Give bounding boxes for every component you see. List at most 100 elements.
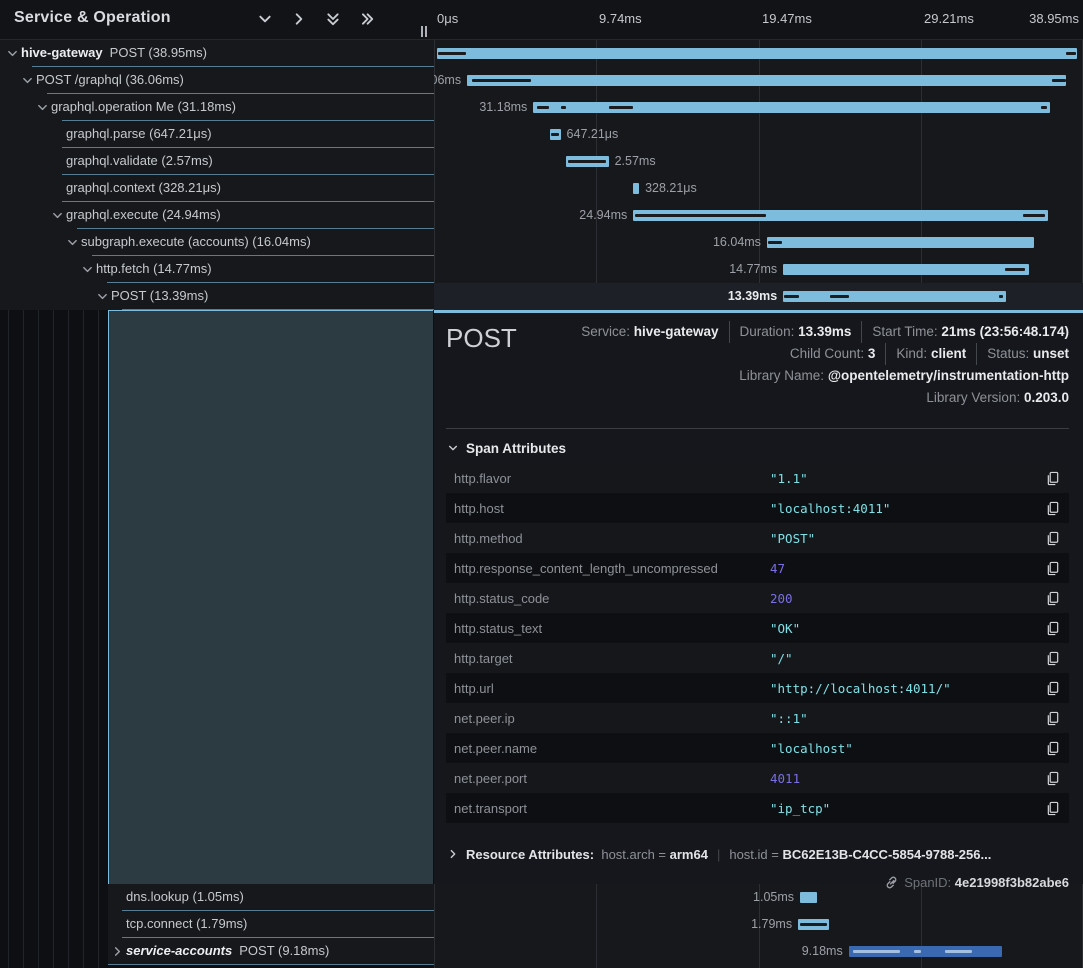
child-span-marker bbox=[800, 923, 827, 926]
child-span-marker bbox=[1005, 268, 1024, 271]
waterfall-row[interactable]: 9.18ms bbox=[434, 938, 1083, 965]
child-span-marker bbox=[551, 133, 558, 136]
chevron-right-icon[interactable] bbox=[112, 946, 123, 957]
tree-row[interactable]: graphql.validate (2.57ms) bbox=[0, 148, 434, 175]
child-span-marker bbox=[561, 106, 566, 109]
chevron-down-icon[interactable] bbox=[52, 210, 63, 221]
span-detail-title: POST bbox=[446, 323, 517, 354]
tree-row[interactable]: graphql.context (328.21μs) bbox=[0, 175, 434, 202]
tree-row[interactable]: service-accountsPOST (9.18ms) bbox=[108, 938, 434, 965]
span-bar[interactable] bbox=[550, 129, 560, 140]
copy-icon[interactable] bbox=[1041, 471, 1065, 486]
column-resizer[interactable] bbox=[420, 26, 430, 38]
copy-icon[interactable] bbox=[1041, 801, 1065, 816]
duration-label: 2.57ms bbox=[615, 154, 656, 168]
copy-icon[interactable] bbox=[1041, 501, 1065, 516]
copy-icon[interactable] bbox=[1041, 591, 1065, 606]
expand-one-icon[interactable] bbox=[258, 12, 272, 26]
child-span-marker bbox=[1066, 52, 1076, 55]
tree-row[interactable]: dns.lookup (1.05ms) bbox=[108, 884, 434, 911]
duration-label: 14.77ms bbox=[729, 262, 777, 276]
span-bar[interactable] bbox=[566, 156, 609, 167]
child-span-marker bbox=[568, 160, 606, 163]
copy-icon[interactable] bbox=[1041, 771, 1065, 786]
span-bar[interactable] bbox=[633, 183, 639, 194]
waterfall-row[interactable]: 14.77ms bbox=[434, 256, 1083, 283]
tree-row[interactable]: subgraph.execute (accounts) (16.04ms) bbox=[0, 229, 434, 256]
duration-label: 647.21μs bbox=[567, 127, 619, 141]
waterfall-row[interactable]: 328.21μs bbox=[434, 175, 1083, 202]
span-bar[interactable] bbox=[437, 48, 1077, 59]
deep-link-icon[interactable] bbox=[885, 876, 898, 892]
chevron-down-icon[interactable] bbox=[37, 102, 48, 113]
tree-row[interactable]: tcp.connect (1.79ms) bbox=[108, 911, 434, 938]
service-name: service-accounts bbox=[126, 943, 232, 958]
copy-icon[interactable] bbox=[1041, 681, 1065, 696]
waterfall-row[interactable]: 36.06ms bbox=[434, 67, 1083, 94]
tree-header-title: Service & Operation bbox=[14, 9, 171, 27]
span-overview: Service: hive-gatewayDuration: 13.39msSt… bbox=[564, 321, 1069, 409]
child-span-marker bbox=[1041, 106, 1046, 109]
span-bar[interactable] bbox=[783, 264, 1029, 275]
span-bar[interactable] bbox=[849, 946, 1002, 957]
expand-all-icon[interactable] bbox=[326, 12, 340, 26]
duration-label: 31.18ms bbox=[479, 100, 527, 114]
span-attributes-toggle[interactable]: Span Attributes bbox=[448, 441, 566, 456]
copy-icon[interactable] bbox=[1041, 561, 1065, 576]
attribute-row: http.method"POST" bbox=[446, 523, 1069, 553]
overview-line: Library Version: 0.203.0 bbox=[564, 387, 1069, 409]
span-attributes-table: http.flavor"1.1"http.host"localhost:4011… bbox=[446, 463, 1069, 823]
tree-row[interactable]: hive-gatewayPOST (38.95ms) bbox=[0, 40, 434, 67]
copy-icon[interactable] bbox=[1041, 651, 1065, 666]
child-span-marker bbox=[945, 950, 972, 953]
tree-row[interactable]: graphql.operation Me (31.18ms) bbox=[0, 94, 434, 121]
duration-label: 9.18ms bbox=[802, 944, 843, 958]
chevron-down-icon[interactable] bbox=[97, 291, 108, 302]
waterfall-row[interactable]: 31.18ms bbox=[434, 94, 1083, 121]
span-bar[interactable] bbox=[798, 919, 829, 930]
span-bar[interactable] bbox=[533, 102, 1050, 113]
collapse-all-icon[interactable] bbox=[360, 12, 374, 26]
child-span-marker bbox=[537, 106, 549, 109]
tree-row[interactable]: POST /graphql (36.06ms) bbox=[0, 67, 434, 94]
waterfall-row[interactable]: 24.94ms bbox=[434, 202, 1083, 229]
chevron-down-icon[interactable] bbox=[82, 264, 93, 275]
chevron-down-icon[interactable] bbox=[7, 48, 18, 59]
tree-row[interactable]: POST (13.39ms) bbox=[0, 283, 434, 310]
child-span-marker bbox=[914, 950, 921, 953]
attribute-key: http.url bbox=[454, 681, 770, 696]
waterfall-row[interactable]: 13.39ms bbox=[434, 283, 1083, 310]
waterfall-row[interactable]: 38.95ms bbox=[434, 40, 1083, 67]
waterfall-row[interactable]: 1.79ms bbox=[434, 911, 1083, 938]
waterfall-row[interactable]: 16.04ms bbox=[434, 229, 1083, 256]
chevron-down-icon[interactable] bbox=[67, 237, 78, 248]
overview-line: Library Name: @opentelemetry/instrumenta… bbox=[564, 365, 1069, 387]
resource-attributes-label: Resource Attributes: bbox=[466, 847, 594, 862]
span-bar[interactable] bbox=[800, 892, 817, 903]
attribute-key: http.method bbox=[454, 531, 770, 546]
resource-attributes-toggle[interactable]: Resource Attributes: host.arch = arm64|h… bbox=[448, 847, 1069, 862]
span-bar[interactable] bbox=[467, 75, 1066, 86]
chevron-down-icon[interactable] bbox=[22, 75, 33, 86]
chevron-right-icon bbox=[448, 847, 458, 857]
copy-icon[interactable] bbox=[1041, 741, 1065, 756]
copy-icon[interactable] bbox=[1041, 531, 1065, 546]
attribute-value: "localhost" bbox=[770, 741, 1041, 756]
waterfall-row[interactable]: 2.57ms bbox=[434, 148, 1083, 175]
span-bar[interactable] bbox=[767, 237, 1034, 248]
duration-label: 1.05ms bbox=[753, 890, 794, 904]
span-bar[interactable] bbox=[783, 291, 1006, 302]
span-bar[interactable] bbox=[633, 210, 1048, 221]
tree-row[interactable]: graphql.execute (24.94ms) bbox=[0, 202, 434, 229]
waterfall-row[interactable]: 647.21μs bbox=[434, 121, 1083, 148]
ruler-tick-label: 0μs bbox=[437, 11, 458, 26]
detail-divider bbox=[446, 428, 1069, 429]
tree-row[interactable]: graphql.parse (647.21μs) bbox=[0, 121, 434, 148]
tree-row[interactable]: http.fetch (14.77ms) bbox=[0, 256, 434, 283]
copy-icon[interactable] bbox=[1041, 621, 1065, 636]
overview-item: Status: unset bbox=[976, 343, 1069, 365]
attribute-key: net.peer.ip bbox=[454, 711, 770, 726]
span-name-label: subgraph.execute (accounts) (16.04ms) bbox=[81, 234, 311, 249]
collapse-one-icon[interactable] bbox=[292, 12, 306, 26]
copy-icon[interactable] bbox=[1041, 711, 1065, 726]
